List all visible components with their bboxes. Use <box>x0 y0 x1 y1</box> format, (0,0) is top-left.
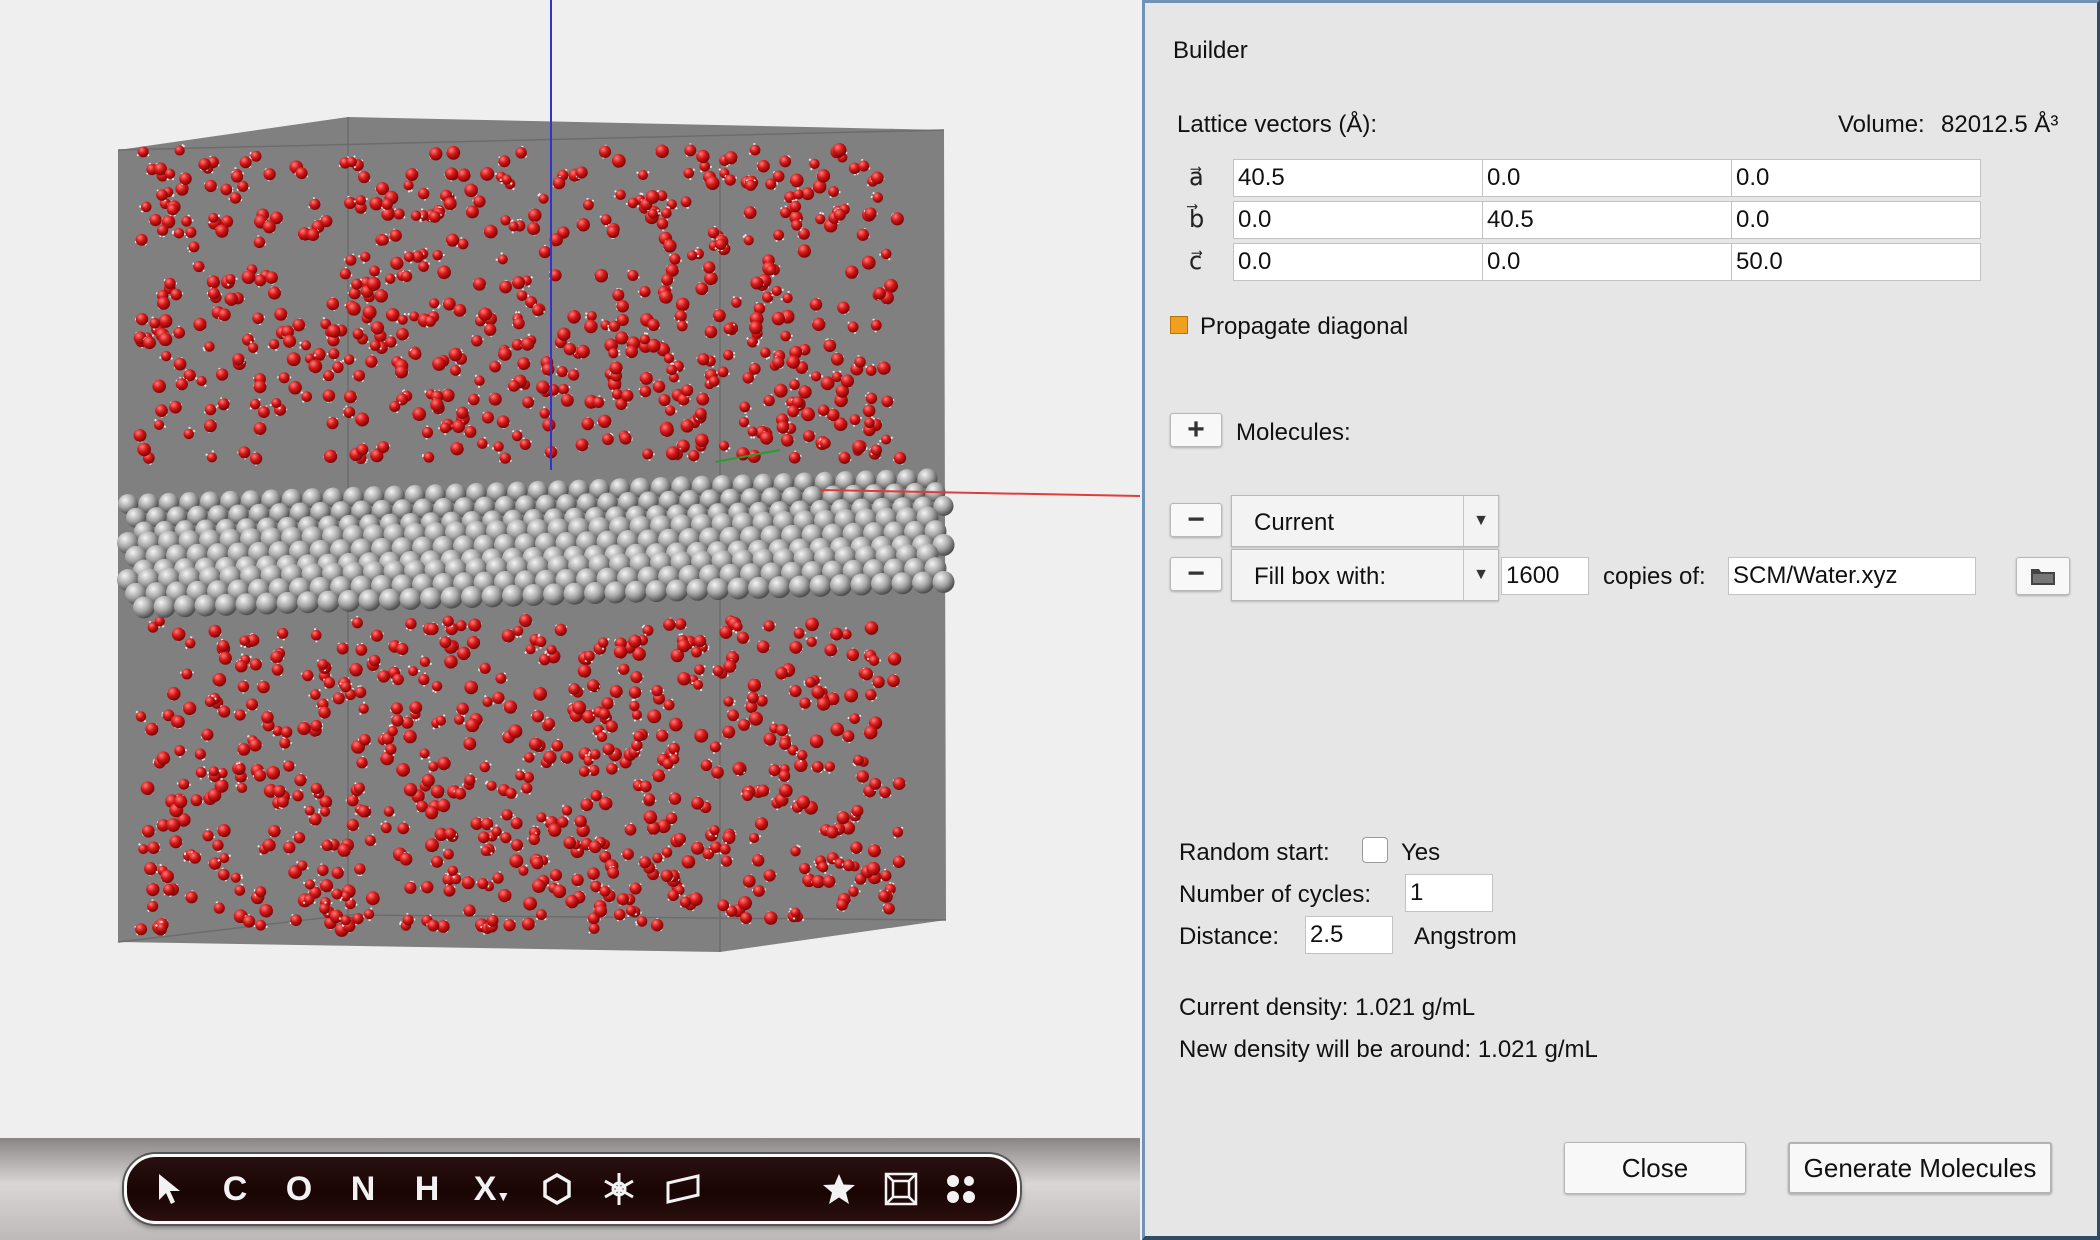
cycles-label: Number of cycles: <box>1179 881 1372 908</box>
lattice-vectors-label: Lattice vectors (Å): <box>1177 111 1378 138</box>
molecules-dots-icon[interactable] <box>939 1165 983 1213</box>
chevron-down-icon: ▼ <box>1463 496 1498 546</box>
propagate-diagonal-label: Propagate diagonal <box>1200 313 1409 340</box>
panel-title: Builder <box>1173 37 1248 64</box>
distance-field[interactable] <box>1305 916 1393 954</box>
ring-tool-icon[interactable] <box>535 1165 579 1213</box>
vector-a-x-field[interactable] <box>1233 159 1483 197</box>
copies-of-label: copies of: <box>1603 563 1706 590</box>
molecule-viewport[interactable]: C O N H X ▼ <box>0 0 1140 1240</box>
other-element-label: X <box>473 1169 497 1208</box>
carbon-tool[interactable]: C <box>215 1165 255 1213</box>
remove-current-button[interactable]: − <box>1170 503 1222 537</box>
builder-panel: Builder Lattice vectors (Å): Volume: 820… <box>1142 0 2100 1240</box>
select-tool-icon[interactable] <box>149 1165 189 1213</box>
vector-c-z-field[interactable] <box>1731 243 1981 281</box>
hydrogen-tool[interactable]: H <box>407 1165 447 1213</box>
random-start-checkbox[interactable] <box>1362 837 1388 863</box>
caret-down-icon: ▼ <box>496 1188 511 1204</box>
vector-a-y-field[interactable] <box>1482 159 1732 197</box>
remove-fill-button[interactable]: − <box>1170 557 1222 591</box>
vector-b-z-field[interactable] <box>1731 201 1981 239</box>
vector-b-x-field[interactable] <box>1233 201 1483 239</box>
random-start-label: Random start: <box>1179 839 1330 866</box>
crystal-snowflake-icon[interactable] <box>597 1165 641 1213</box>
distance-unit-label: Angstrom <box>1414 923 1517 950</box>
other-element-tool[interactable]: X ▼ <box>469 1165 515 1213</box>
editor-toolbar: C O N H X ▼ <box>124 1154 1020 1224</box>
molecule-type-select-current[interactable]: Current ▼ <box>1231 495 1499 547</box>
select-value: Fill box with: <box>1254 563 1387 590</box>
vector-c-y-field[interactable] <box>1482 243 1732 281</box>
vector-b-symbol: b⃗ <box>1189 205 1205 233</box>
vector-c-symbol: c⃗ <box>1189 247 1203 275</box>
chevron-down-icon: ▼ <box>1463 550 1498 600</box>
molecular-scene[interactable] <box>0 0 1140 1138</box>
molecules-label: Molecules: <box>1236 419 1351 446</box>
cycles-field[interactable] <box>1405 874 1493 912</box>
molecule-file-field[interactable] <box>1728 557 1976 595</box>
select-value: Current <box>1254 509 1335 536</box>
random-start-option-label: Yes <box>1401 839 1441 866</box>
favorites-star-icon[interactable] <box>817 1165 861 1213</box>
folder-icon <box>2031 569 2055 585</box>
browse-folder-button[interactable] <box>2016 557 2070 595</box>
volume-label: Volume: <box>1838 111 1925 138</box>
generate-molecules-button[interactable]: Generate Molecules <box>1788 1142 2052 1194</box>
propagate-diagonal-checkbox[interactable] <box>1170 316 1188 334</box>
close-button[interactable]: Close <box>1564 1142 1746 1194</box>
nitrogen-tool[interactable]: N <box>343 1165 383 1213</box>
vector-a-z-field[interactable] <box>1731 159 1981 197</box>
current-density-text: Current density: 1.021 g/mL <box>1179 994 1476 1021</box>
add-molecule-button[interactable]: + <box>1170 413 1222 447</box>
distance-label: Distance: <box>1179 923 1280 950</box>
volume-value: 82012.5 Å³ <box>1941 111 2059 138</box>
slab-tool-icon[interactable] <box>661 1165 705 1213</box>
lattice-cube-icon[interactable] <box>879 1165 923 1213</box>
vector-c-x-field[interactable] <box>1233 243 1483 281</box>
vector-b-y-field[interactable] <box>1482 201 1732 239</box>
oxygen-tool[interactable]: O <box>279 1165 319 1213</box>
new-density-text: New density will be around: 1.021 g/mL <box>1179 1036 1598 1063</box>
copies-count-field[interactable] <box>1501 557 1589 595</box>
vector-a-symbol: a⃗ <box>1189 163 1204 191</box>
molecule-type-select-fill[interactable]: Fill box with: ▼ <box>1231 549 1499 601</box>
